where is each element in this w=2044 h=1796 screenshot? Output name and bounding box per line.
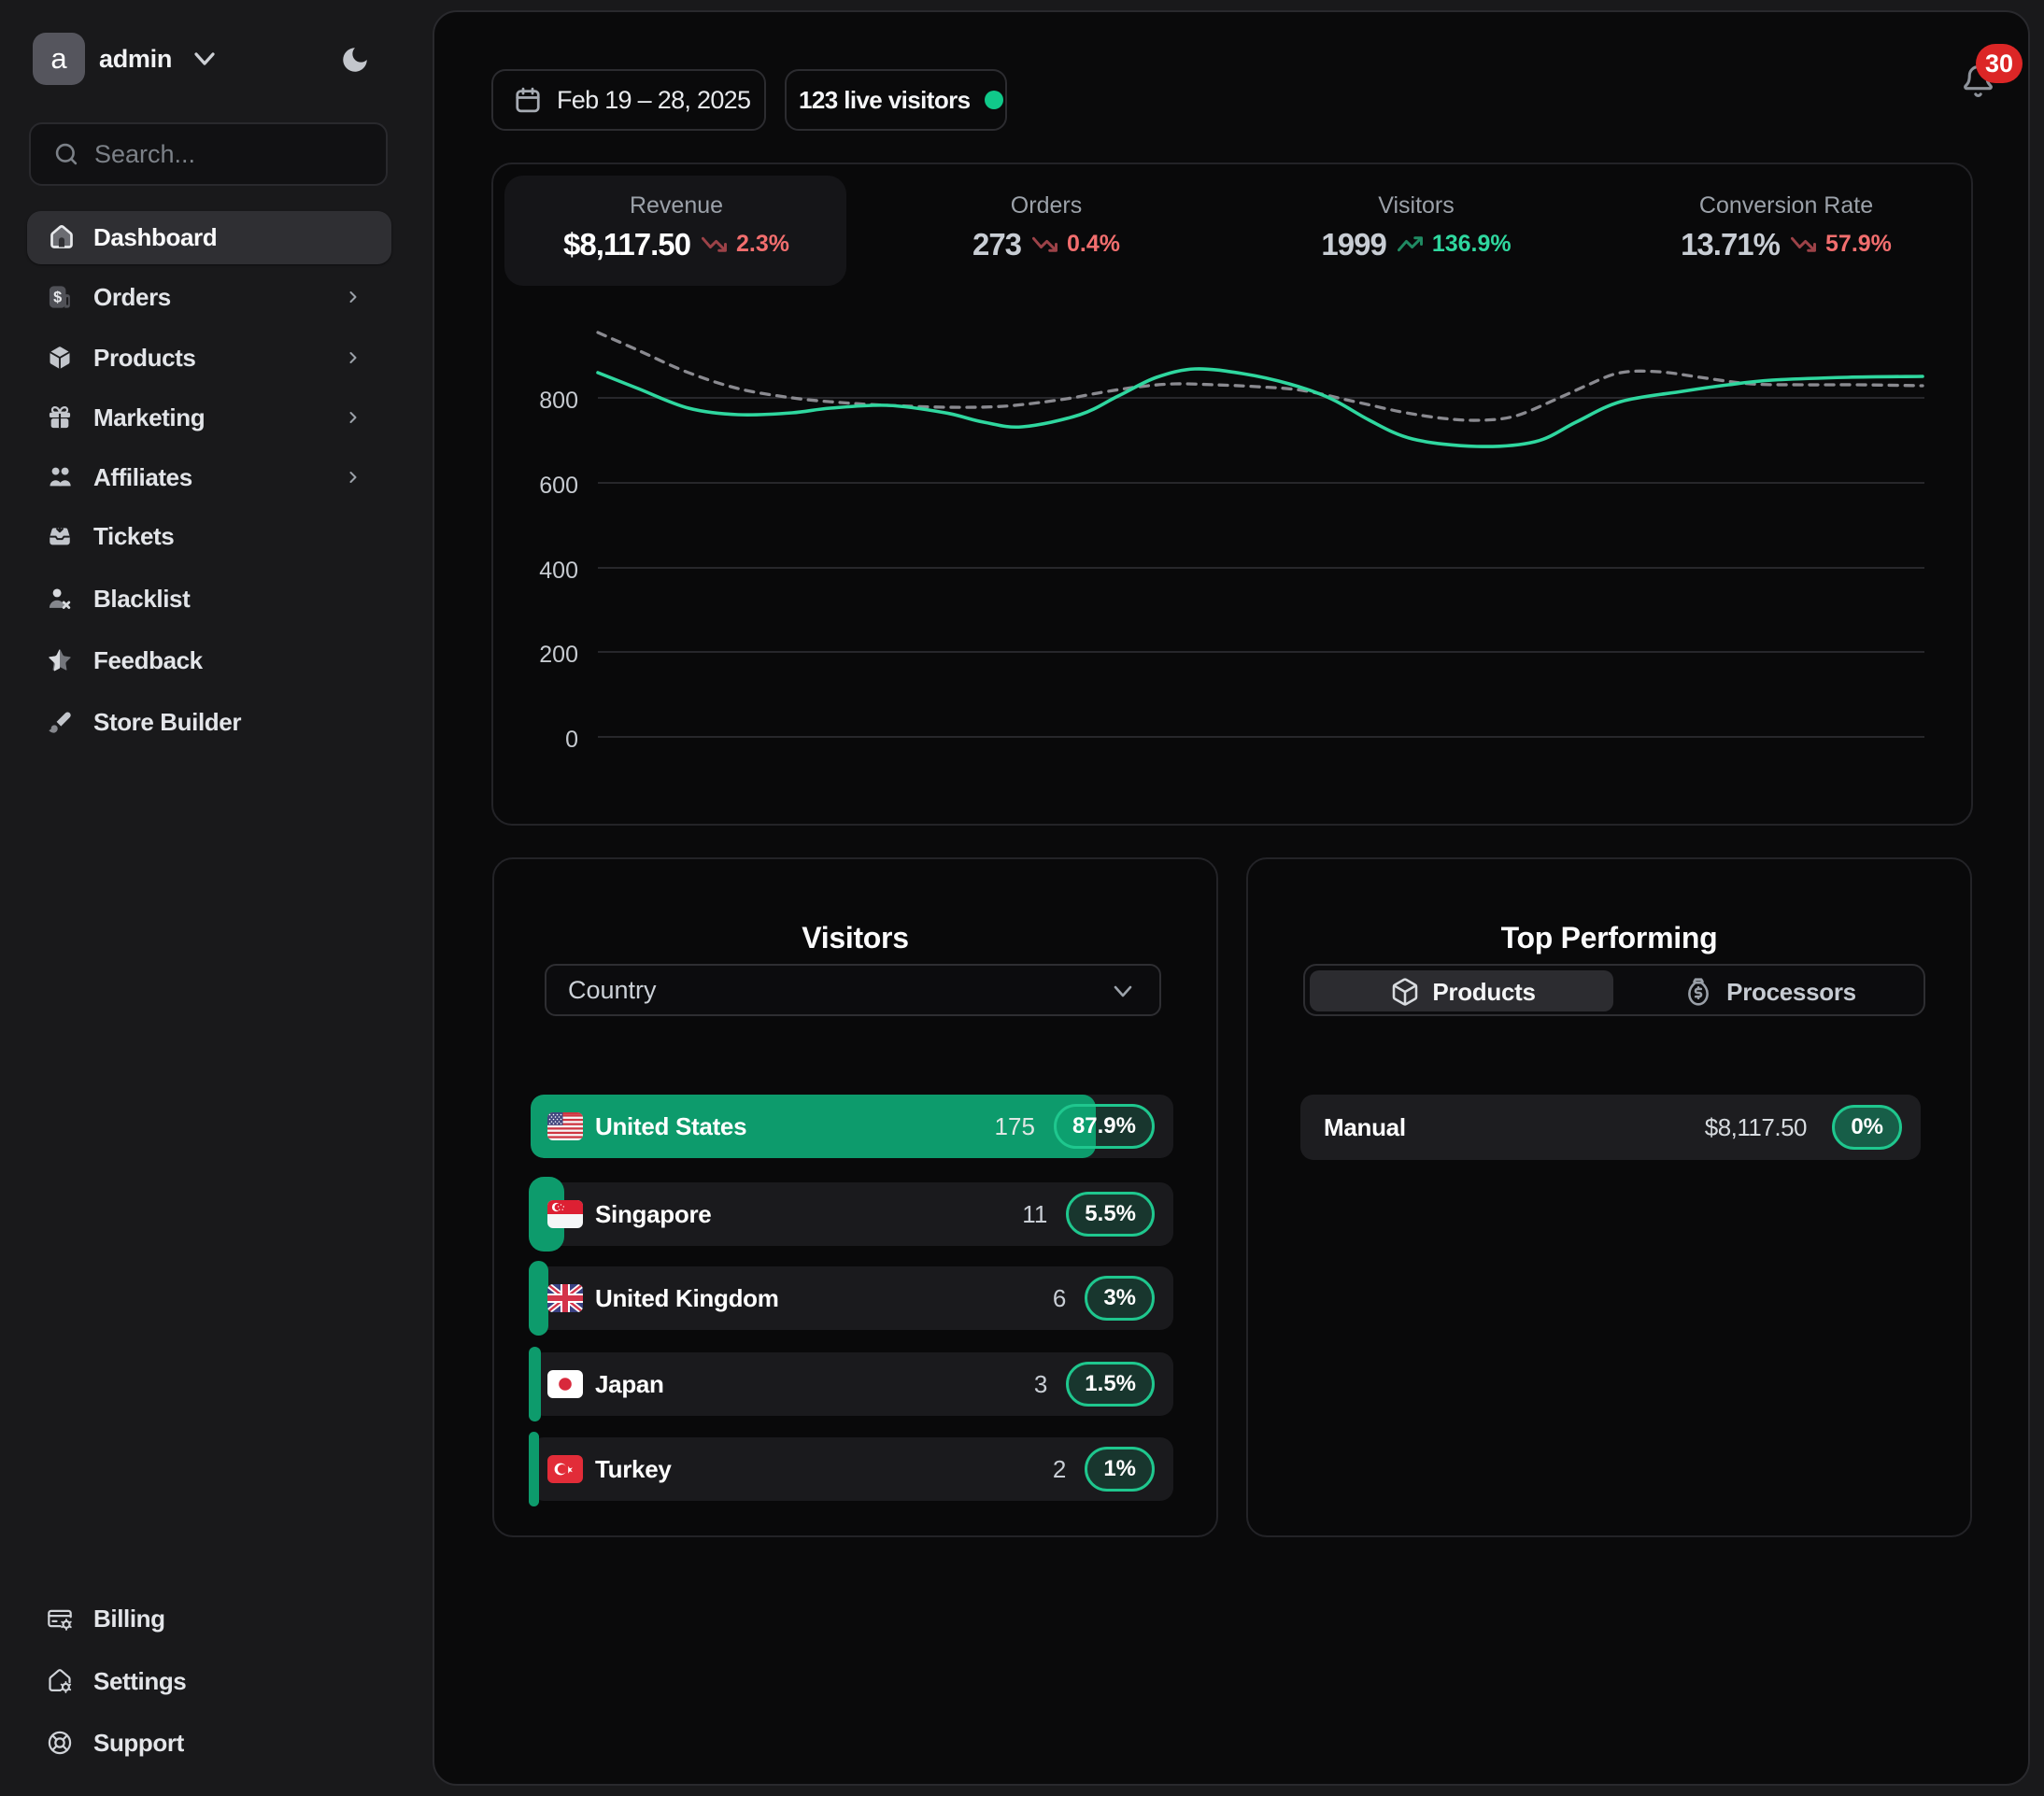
svg-text:800: 800 xyxy=(539,388,578,414)
svg-text:0: 0 xyxy=(565,727,578,753)
svg-text:600: 600 xyxy=(539,473,578,499)
svg-text:$: $ xyxy=(53,290,62,306)
svg-text:400: 400 xyxy=(539,558,578,584)
svg-text:200: 200 xyxy=(539,642,578,668)
